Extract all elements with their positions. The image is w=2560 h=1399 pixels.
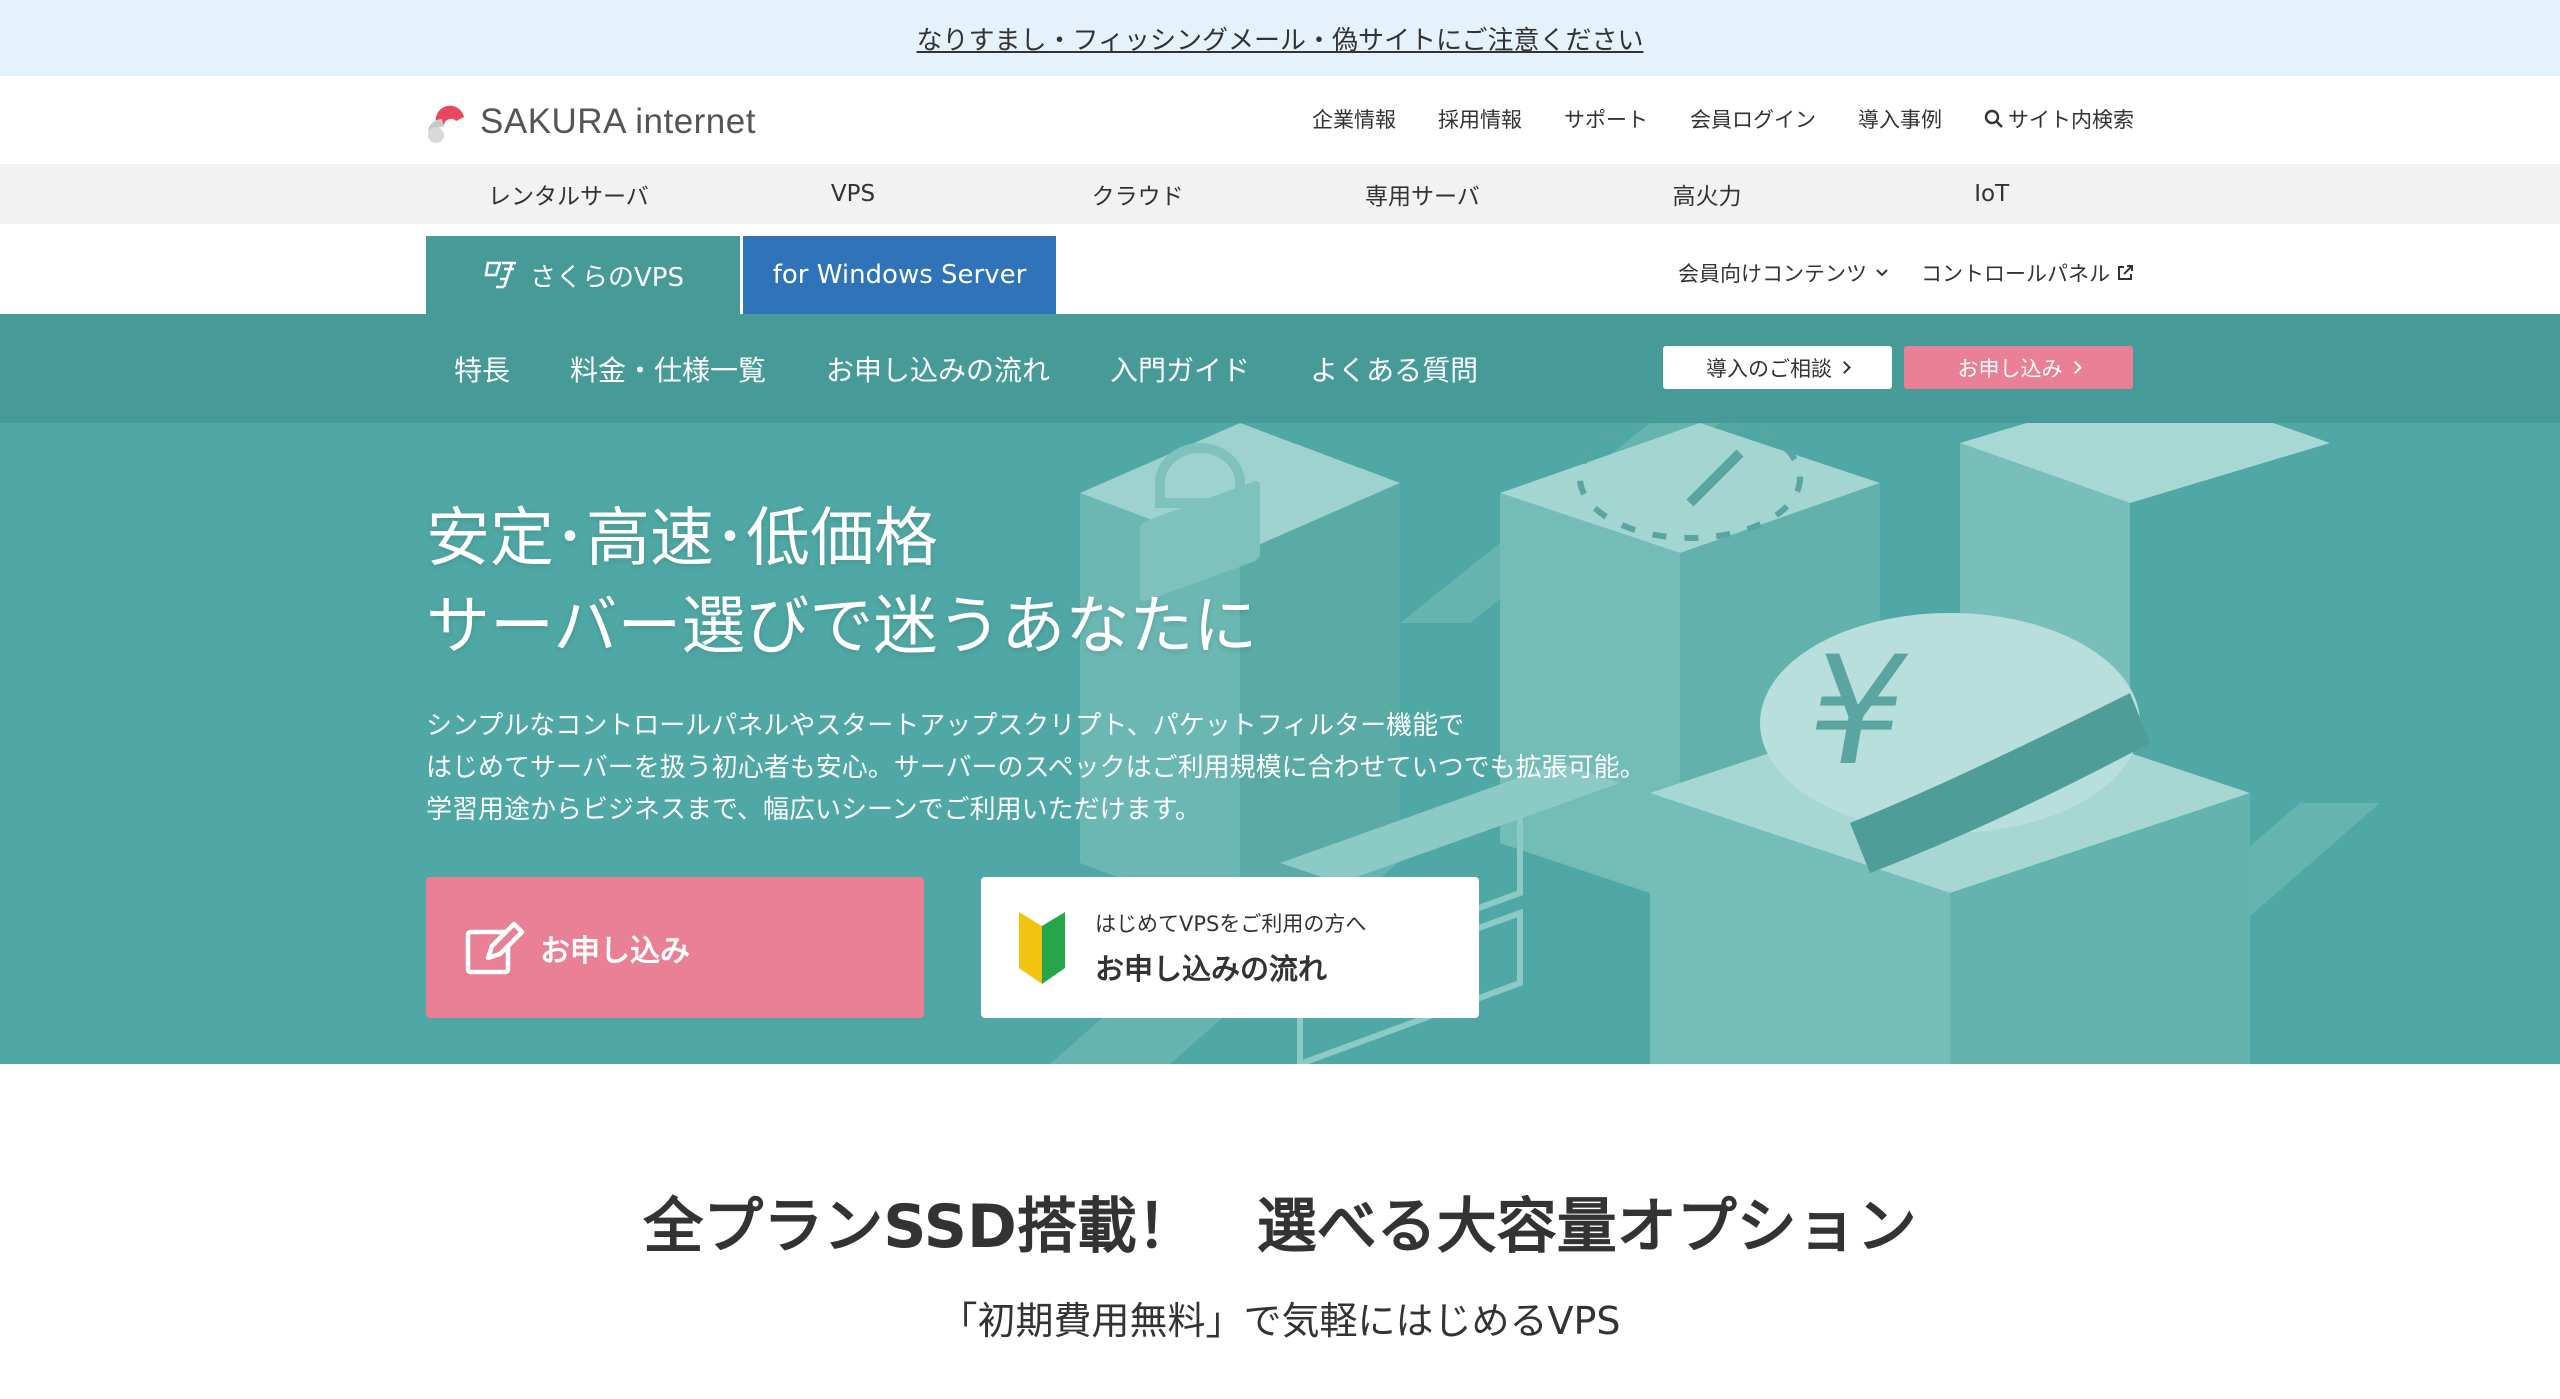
consult-button[interactable]: 導入のご相談 [1663,346,1892,389]
beginner-mark-icon [1019,911,1065,984]
chevron-down-icon [1876,269,1888,277]
nav-rental-server[interactable]: レンタルサーバ [426,164,711,224]
product-tabs-row: さくらのVPS for Windows Server 会員向けコンテンツ コント… [0,224,2560,314]
subnav-application-flow[interactable]: お申し込みの流れ [826,349,1050,389]
global-nav: レンタルサーバ VPS クラウド 専用サーバ 高火力 IoT [0,164,2560,224]
link-case-studies[interactable]: 導入事例 [1858,104,1942,134]
hero-desc-line1: シンプルなコントロールパネルやスタートアップスクリプト、パケットフィルター機能で [426,711,1465,741]
subnav-pricing[interactable]: 料金・仕様一覧 [570,349,766,389]
sakura-logo[interactable]: SAKURA internet [426,100,756,144]
hero-flow-big: お申し込みの流れ [1095,951,1328,986]
tab-sakura-vps[interactable]: さくらのVPS [426,236,740,314]
member-contents-label: 会員向けコンテンツ [1678,262,1867,286]
site-header: SAKURA internet 企業情報 採用情報 サポート 会員ログイン 導入… [0,76,2560,164]
phishing-alert-link[interactable]: なりすまし・フィッシングメール・偽サイトにご注意ください [917,20,1644,57]
nav-iot[interactable]: IoT [1849,164,2134,224]
product-row-links: 会員向けコンテンツ コントロールパネル [1678,258,2134,288]
hero-description: シンプルなコントロールパネルやスタートアップスクリプト、パケットフィルター機能で… [426,705,1646,831]
member-contents-dropdown[interactable]: 会員向けコンテンツ [1678,258,1891,288]
phishing-alert-bar: なりすまし・フィッシングメール・偽サイトにご注意ください [0,0,2560,76]
link-site-search[interactable]: サイト内検索 [1984,104,2134,134]
nav-vps[interactable]: VPS [711,164,996,224]
hero-section: ¥ 安定･高速･低価格 サーバー選びで迷うあなたに シンプルなコントロールパネル… [0,423,2560,1064]
apply-button-small[interactable]: お申し込み [1904,346,2133,389]
consult-button-label: 導入のご相談 [1706,356,1832,381]
section-subline: 「初期費用無料」で気軽にはじめるVPS [939,1299,1621,1343]
hero-desc-line3: 学習用途からビジネスまで、幅広いシーンでご利用いただけます。 [426,795,1202,825]
tab-sakura-vps-label: さくらのVPS [530,262,684,293]
hero-apply-label: お申し込み [540,933,690,969]
apply-button-small-label: お申し込み [1957,356,2063,381]
nav-dedicated-server[interactable]: 専用サーバ [1280,164,1565,224]
hero-flow-button[interactable]: はじめてVPSをご利用の方へ お申し込みの流れ [981,877,1479,1018]
hero-title-line2: サーバー選びで迷うあなたに [426,590,1258,664]
nav-cloud[interactable]: クラウド [995,164,1280,224]
hero-apply-button[interactable]: お申し込み [426,877,924,1018]
edit-icon [465,921,525,974]
logo-text: SAKURA internet [480,102,756,141]
vps-sub-nav: 特長 料金・仕様一覧 お申し込みの流れ 入門ガイド よくある質問 導入のご相談 … [0,314,2560,423]
section-headline: 全プランSSD搭載！ 選べる大容量オプション [643,1192,1917,1262]
hero-flow-text: はじめてVPSをご利用の方へ お申し込みの流れ [1095,908,1366,988]
link-company[interactable]: 企業情報 [1312,104,1396,134]
hero-title-line1: 安定･高速･低価格 [426,502,938,576]
control-panel-label: コントロールパネル [1921,262,2110,286]
external-link-icon [2118,265,2133,280]
subnav-faq[interactable]: よくある質問 [1310,349,1478,389]
link-member-login[interactable]: 会員ログイン [1690,104,1816,134]
hero-flow-small: はじめてVPSをご利用の方へ [1095,911,1367,936]
link-support[interactable]: サポート [1564,104,1648,134]
link-recruit[interactable]: 採用情報 [1438,104,1522,134]
subnav-beginner-guide[interactable]: 入門ガイド [1110,349,1250,389]
header-links: 企業情報 採用情報 サポート 会員ログイン 導入事例 サイト内検索 [1312,104,2134,134]
chevron-right-icon [2068,361,2082,374]
hero-title: 安定･高速･低価格 サーバー選びで迷うあなたに [426,495,1257,671]
vps-logo-icon [484,261,516,289]
control-panel-link[interactable]: コントロールパネル [1921,258,2134,288]
tab-windows-server[interactable]: for Windows Server [743,236,1056,314]
nav-high-power[interactable]: 高火力 [1565,164,1850,224]
search-icon [1984,109,2003,128]
sakura-logo-icon [428,105,464,143]
site-search-label: サイト内検索 [2008,108,2134,132]
subnav-features[interactable]: 特長 [454,349,510,389]
hero-desc-line2: はじめてサーバーを扱う初心者も安心。サーバーのスペックはご利用規模に合わせていつ… [426,753,1646,783]
chevron-right-icon [1838,361,1851,374]
